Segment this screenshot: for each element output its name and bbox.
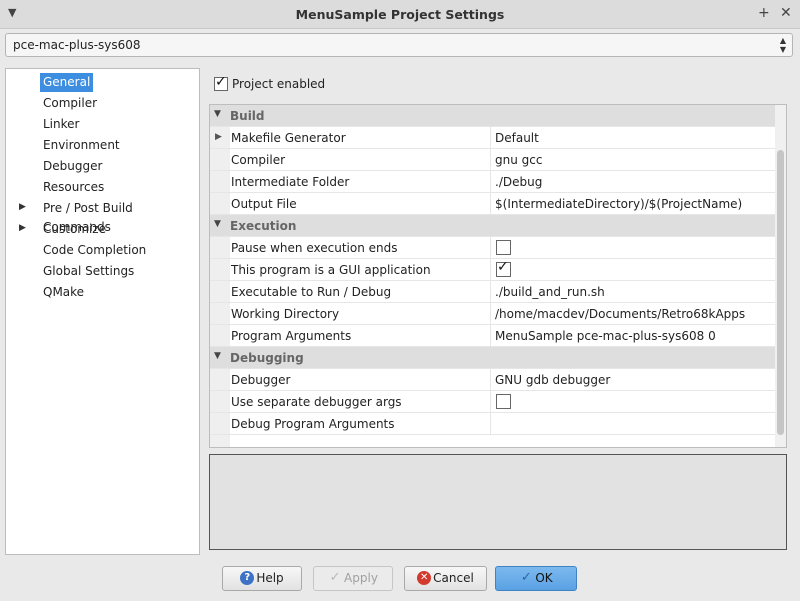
maximize-icon[interactable]: + — [758, 5, 770, 21]
category-debugging[interactable]: ▼ Debugging — [210, 347, 775, 369]
sidebar-item-compiler[interactable]: Compiler — [40, 94, 100, 113]
property-name: Output File — [231, 197, 297, 211]
project-enabled-checkbox[interactable] — [214, 74, 228, 91]
cancel-label: Cancel — [433, 571, 474, 585]
project-enabled-row[interactable]: Project enabled — [214, 74, 326, 91]
sidebar-item-resources[interactable]: Resources — [40, 178, 107, 197]
property-value[interactable]: gnu gcc — [495, 153, 542, 167]
property-row[interactable]: Program Arguments MenuSample pce-mac-plu… — [210, 325, 775, 347]
property-name: Pause when execution ends — [231, 241, 398, 255]
ok-label: OK — [535, 571, 553, 585]
expand-arrow-icon[interactable]: ▶ — [19, 202, 26, 212]
sidebar-item-code-completion[interactable]: Code Completion — [40, 241, 149, 260]
property-row[interactable]: Executable to Run / Debug ./build_and_ru… — [210, 281, 775, 303]
pause-when-ends-checkbox[interactable] — [496, 240, 511, 255]
property-value[interactable]: $(IntermediateDirectory)/$(ProjectName) — [495, 197, 742, 211]
property-name: Use separate debugger args — [231, 395, 402, 409]
property-row[interactable]: ▶ Makefile Generator Default — [210, 127, 775, 149]
check-icon: ✓ — [520, 569, 532, 585]
property-value[interactable]: GNU gdb debugger — [495, 373, 610, 387]
ok-button[interactable]: ✓ OK — [495, 566, 577, 591]
sidebar-item-debugger[interactable]: Debugger — [40, 157, 105, 176]
sidebar-item-qmake[interactable]: QMake — [40, 283, 87, 302]
apply-label: Apply — [344, 571, 378, 585]
property-grid: ▼ Build ▶ Makefile Generator Default Com… — [209, 104, 787, 448]
property-row[interactable]: This program is a GUI application — [210, 259, 775, 281]
property-row[interactable]: Pause when execution ends — [210, 237, 775, 259]
scrollbar-thumb[interactable] — [777, 150, 784, 435]
sidebar-item-global-settings[interactable]: Global Settings — [40, 262, 137, 281]
property-value[interactable]: MenuSample pce-mac-plus-sys608 0 — [495, 329, 716, 343]
sidebar-item-customize[interactable]: Customize — [40, 220, 109, 239]
property-name: Debug Program Arguments — [231, 417, 395, 431]
property-value[interactable]: ./build_and_run.sh — [495, 285, 605, 299]
property-name: Executable to Run / Debug — [231, 285, 392, 299]
check-icon: ✓ — [329, 569, 341, 585]
help-icon: ? — [240, 570, 255, 585]
property-description-panel — [209, 454, 787, 550]
property-name: Intermediate Folder — [231, 175, 350, 189]
window-title: MenuSample Project Settings — [295, 7, 505, 22]
close-icon[interactable]: ✕ — [780, 5, 792, 21]
sidebar-item-linker[interactable]: Linker — [40, 115, 82, 134]
property-row[interactable]: Output File $(IntermediateDirectory)/$(P… — [210, 193, 775, 215]
sidebar-item-general[interactable]: General — [40, 73, 94, 92]
property-value[interactable]: /home/macdev/Documents/Retro68kApps — [495, 307, 745, 321]
property-name: Compiler — [231, 153, 286, 167]
settings-sidebar: General Compiler Linker Environment Debu… — [5, 68, 200, 555]
property-name: Debugger — [231, 373, 291, 387]
category-execution[interactable]: ▼ Execution — [210, 215, 775, 237]
updown-arrows-icon: ▲ ▼ — [779, 36, 786, 54]
category-title: Build — [230, 109, 265, 123]
collapse-arrow-icon[interactable]: ▼ — [214, 351, 221, 361]
property-name: Program Arguments — [231, 329, 352, 343]
gui-application-checkbox[interactable] — [496, 259, 511, 277]
title-bar: ▼ MenuSample Project Settings + ✕ — [0, 0, 800, 29]
cancel-button[interactable]: ✕ Cancel — [404, 566, 487, 591]
help-button[interactable]: ? Help — [222, 566, 302, 591]
configuration-select[interactable]: pce-mac-plus-sys608 ▲ ▼ — [5, 33, 793, 57]
configuration-value: pce-mac-plus-sys608 — [13, 38, 141, 52]
expand-arrow-icon[interactable]: ▶ — [215, 132, 222, 142]
sidebar-item-pre-post-build[interactable]: Pre / Post Build Commands — [40, 199, 199, 234]
category-title: Execution — [230, 219, 297, 233]
property-name: Working Directory — [231, 307, 340, 321]
sidebar-item-environment[interactable]: Environment — [40, 136, 123, 155]
property-row[interactable]: Compiler gnu gcc — [210, 149, 775, 171]
cancel-icon: ✕ — [417, 570, 432, 585]
category-build[interactable]: ▼ Build — [210, 105, 775, 127]
property-name: This program is a GUI application — [231, 263, 431, 277]
property-row[interactable]: Debugger GNU gdb debugger — [210, 369, 775, 391]
vertical-scrollbar[interactable] — [775, 105, 786, 447]
project-enabled-label: Project enabled — [232, 76, 326, 91]
apply-button[interactable]: ✓ Apply — [313, 566, 393, 591]
collapse-arrow-icon[interactable]: ▼ — [214, 109, 221, 119]
property-value[interactable]: ./Debug — [495, 175, 542, 189]
property-name: Makefile Generator — [231, 131, 346, 145]
separate-debugger-args-checkbox[interactable] — [496, 394, 511, 409]
property-value[interactable]: Default — [495, 131, 539, 145]
property-row[interactable]: Intermediate Folder ./Debug — [210, 171, 775, 193]
property-row[interactable]: Working Directory /home/macdev/Documents… — [210, 303, 775, 325]
help-label: Help — [256, 571, 284, 585]
category-title: Debugging — [230, 351, 304, 365]
expand-arrow-icon[interactable]: ▶ — [19, 223, 26, 233]
property-row[interactable]: Use separate debugger args — [210, 391, 775, 413]
property-row[interactable]: Debug Program Arguments — [210, 413, 775, 435]
collapse-arrow-icon[interactable]: ▼ — [214, 219, 221, 229]
